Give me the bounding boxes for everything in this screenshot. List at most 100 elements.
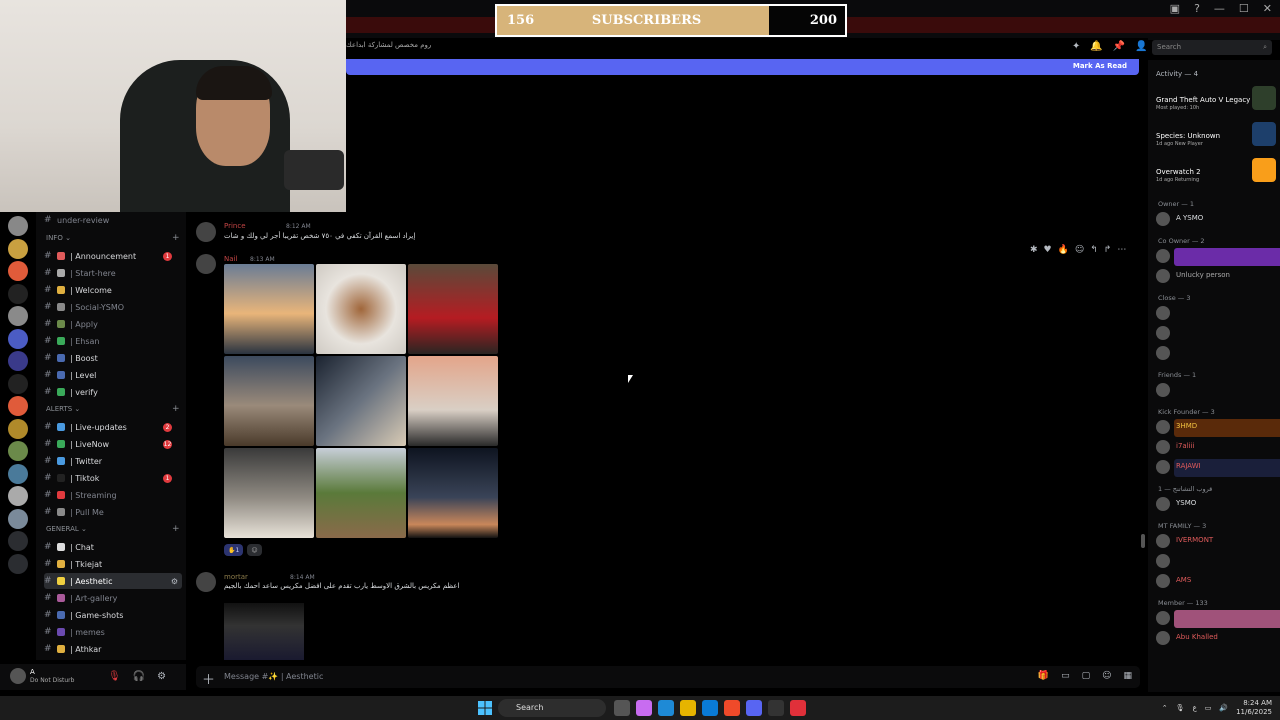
taskbar-search[interactable]: Search bbox=[498, 699, 606, 717]
store-icon[interactable] bbox=[702, 700, 718, 716]
member-item[interactable]: YSMO bbox=[1156, 496, 1276, 512]
mute-mic-icon[interactable]: 🎙 bbox=[108, 671, 121, 682]
gear-icon[interactable]: ⚙ bbox=[171, 577, 178, 586]
member-item[interactable]: Unlucky person bbox=[1156, 268, 1276, 284]
server-13-icon[interactable] bbox=[8, 486, 28, 506]
pin-icon[interactable]: 📌 bbox=[1113, 41, 1125, 52]
server-3-icon[interactable] bbox=[8, 261, 28, 281]
server-11-icon[interactable] bbox=[8, 441, 28, 461]
channel-pull me[interactable]: # | Pull Me bbox=[44, 504, 182, 520]
category-general[interactable]: GENERAL ⌄ + bbox=[46, 524, 180, 534]
forward-icon[interactable]: ↱ bbox=[1104, 245, 1112, 255]
gift-icon[interactable]: 🎁 bbox=[1038, 671, 1049, 681]
server-add-icon[interactable] bbox=[8, 531, 28, 551]
channel-athkar[interactable]: # | Athkar bbox=[44, 641, 182, 657]
deafen-icon[interactable]: 🎧 bbox=[133, 671, 145, 682]
channel-twitter[interactable]: # | Twitter bbox=[44, 453, 182, 469]
channel-start-here[interactable]: # | Start-here bbox=[44, 265, 182, 281]
channel-chat[interactable]: # | Chat bbox=[44, 539, 182, 555]
channel-tiktok[interactable]: # | Tiktok 1 bbox=[44, 470, 182, 486]
message-author[interactable]: Prince bbox=[224, 222, 246, 230]
channel-aesthetic[interactable]: # | Aesthetic ⚙ bbox=[44, 573, 182, 589]
create-channel-icon[interactable]: + bbox=[172, 524, 180, 534]
bug-icon[interactable]: ✱ bbox=[1030, 245, 1038, 255]
member-item[interactable] bbox=[1156, 610, 1280, 628]
gallery-image[interactable] bbox=[408, 264, 498, 354]
reaction-chip[interactable]: ✋ 1 bbox=[224, 544, 244, 556]
windows-start-icon[interactable] bbox=[478, 701, 492, 715]
server-14-icon[interactable] bbox=[8, 508, 28, 529]
avatar[interactable] bbox=[196, 254, 216, 274]
channel-verify[interactable]: # | verify bbox=[44, 384, 182, 400]
copilot-icon[interactable] bbox=[636, 700, 652, 716]
close-button[interactable]: ✕ bbox=[1263, 2, 1272, 15]
language-icon[interactable]: ع bbox=[1193, 704, 1197, 712]
channel-boost[interactable]: # | Boost bbox=[44, 350, 182, 366]
chevron-up-icon[interactable]: ⌃ bbox=[1162, 704, 1168, 712]
channel-game-shots[interactable]: # | Game-shots bbox=[44, 607, 182, 623]
member-item[interactable] bbox=[1156, 382, 1276, 398]
scrollbar[interactable] bbox=[1141, 534, 1145, 548]
channel-art-gallery[interactable]: # | Art-gallery bbox=[44, 590, 182, 606]
member-item[interactable]: 3HMD bbox=[1156, 419, 1280, 437]
member-item[interactable] bbox=[1156, 248, 1280, 266]
edge-icon[interactable] bbox=[658, 700, 674, 716]
member-item[interactable]: Abu Khalled bbox=[1156, 630, 1276, 646]
server-mt-icon[interactable] bbox=[8, 351, 28, 371]
message-author[interactable]: mortar bbox=[224, 573, 248, 581]
member-item[interactable]: i7aliii bbox=[1156, 439, 1276, 455]
gallery-image[interactable] bbox=[224, 448, 314, 538]
member-item[interactable] bbox=[1156, 553, 1276, 569]
more-icon[interactable]: ⋯ bbox=[1117, 245, 1126, 255]
gallery-image[interactable] bbox=[316, 264, 406, 354]
avatar[interactable] bbox=[196, 572, 216, 592]
avatar[interactable] bbox=[196, 222, 216, 242]
avatar[interactable] bbox=[10, 668, 26, 684]
channel-social-ysmo[interactable]: # | Social-YSMO bbox=[44, 299, 182, 315]
channel-memes[interactable]: # | memes bbox=[44, 624, 182, 640]
server-2-icon[interactable] bbox=[8, 238, 28, 259]
server-12-icon[interactable] bbox=[8, 463, 28, 484]
file-explorer-icon[interactable] bbox=[680, 700, 696, 716]
attachment-thumbnail[interactable] bbox=[224, 603, 304, 660]
member-item[interactable]: A YSMO bbox=[1156, 211, 1276, 227]
member-item[interactable] bbox=[1156, 325, 1276, 341]
mic-icon[interactable]: 🎙 bbox=[1176, 704, 1185, 712]
create-channel-icon[interactable]: + bbox=[172, 404, 180, 414]
gear-icon[interactable]: ⚙ bbox=[157, 671, 166, 682]
gallery-image[interactable] bbox=[316, 448, 406, 538]
obs-icon[interactable] bbox=[790, 700, 806, 716]
activity-card[interactable]: Species: Unknown 1d ago New Player bbox=[1154, 122, 1278, 152]
task-view-icon[interactable] bbox=[614, 700, 630, 716]
gallery-image[interactable] bbox=[408, 448, 498, 538]
mark-as-read-button[interactable]: Mark As Read bbox=[1073, 62, 1127, 70]
channel-ehsan[interactable]: # | Ehsan bbox=[44, 333, 182, 349]
emoji-icon[interactable]: ☺ bbox=[1102, 671, 1111, 681]
sticker-icon[interactable]: ▢ bbox=[1082, 671, 1091, 681]
network-icon[interactable]: ▭ bbox=[1205, 704, 1212, 712]
activity-card[interactable]: Grand Theft Auto V Legacy Most played: 10… bbox=[1154, 86, 1278, 116]
discord-icon[interactable] bbox=[746, 700, 762, 716]
gallery-image[interactable] bbox=[408, 356, 498, 446]
message-author[interactable]: Nail bbox=[224, 255, 237, 263]
add-reaction-icon[interactable]: ☺ bbox=[1075, 245, 1084, 255]
server-1-icon[interactable] bbox=[8, 216, 28, 236]
member-item[interactable]: IVERMONT bbox=[1156, 533, 1276, 549]
inbox-icon[interactable]: ▣ bbox=[1170, 2, 1180, 15]
server-5-icon[interactable] bbox=[8, 306, 28, 326]
category-info[interactable]: INFO ⌄ + bbox=[46, 233, 180, 243]
server-c-icon[interactable] bbox=[8, 283, 28, 304]
channel-announcement[interactable]: # | Announcement 1 bbox=[44, 248, 182, 264]
brave-icon[interactable] bbox=[724, 700, 740, 716]
add-reaction-button[interactable]: ☺ bbox=[247, 544, 262, 556]
channel-streaming[interactable]: # | Streaming bbox=[44, 487, 182, 503]
create-channel-icon[interactable]: + bbox=[172, 233, 180, 243]
volume-icon[interactable]: 🔊 bbox=[1219, 704, 1228, 712]
channel-livenow[interactable]: # | LiveNow 12 bbox=[44, 436, 182, 452]
maximize-button[interactable]: ☐ bbox=[1239, 2, 1249, 15]
activity-card[interactable]: Overwatch 2 1d ago Returning bbox=[1154, 158, 1278, 188]
channel-apply[interactable]: # | Apply bbox=[44, 316, 182, 332]
server-8-icon[interactable] bbox=[8, 373, 28, 394]
message-composer[interactable]: ＋ Message #✨ | Aesthetic 🎁 ▭ ▢ ☺ ▦ bbox=[196, 666, 1140, 688]
channel-welcome[interactable]: # | Welcome bbox=[44, 282, 182, 298]
